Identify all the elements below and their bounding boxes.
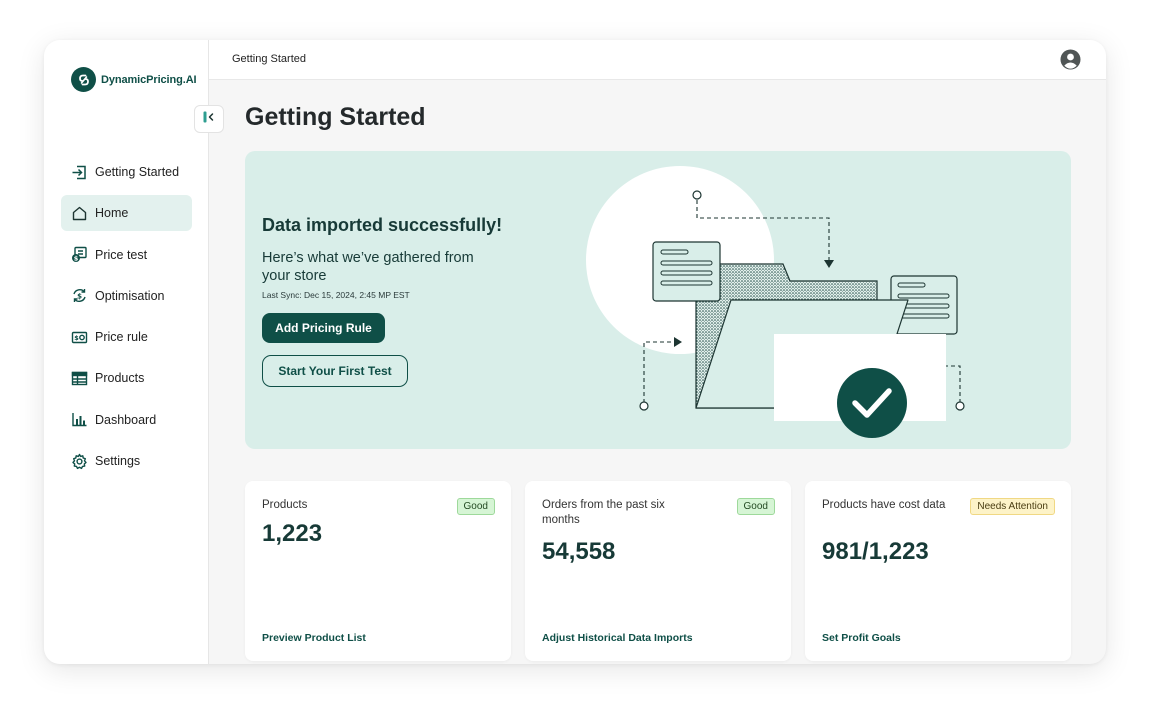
sidebar-item-getting-started[interactable]: Getting Started [61,154,192,190]
sidebar-item-label: Settings [95,454,141,469]
card-value: 1,223 [262,520,323,547]
hero-title: Data imported successfully! [262,215,503,235]
price-rule-icon: $ [70,328,88,346]
sidebar-item-label: Dashboard [95,412,157,427]
top-bar: Getting Started [209,40,1106,80]
orders-card: Orders from the past six months Good 54,… [525,481,791,661]
sidebar-item-dashboard[interactable]: Dashboard [61,402,192,438]
preview-product-list-link[interactable]: Preview Product List [262,632,366,644]
svg-text:$: $ [74,334,79,342]
page-title: Getting Started [245,103,426,131]
svg-text:$: $ [77,293,82,301]
data-import-illustration [586,166,965,438]
collapse-sidebar-button[interactable] [194,105,224,133]
hero-subtitle: Here’s what we’ve gathered from your sto… [262,250,474,284]
sidebar-item-price-rule[interactable]: $ Price rule [61,319,192,355]
status-badge: Needs Attention [970,498,1055,515]
logo-mark-icon [71,67,96,92]
user-avatar-icon[interactable] [1060,49,1081,70]
sidebar-item-optimisation[interactable]: $ Optimisation [61,278,192,314]
status-badge: Good [736,498,775,515]
optimisation-icon: $ [70,287,88,305]
sidebar-item-label: Price test [95,247,148,262]
import-success-banner: Data imported successfully! Here’s what … [245,151,1071,449]
home-icon [70,204,88,222]
set-profit-goals-link[interactable]: Set Profit Goals [822,632,901,644]
table-icon [70,369,88,387]
card-value: 981/1,223 [822,538,929,565]
breadcrumb[interactable]: Getting Started [232,53,306,65]
sidebar-item-label: Optimisation [95,288,165,303]
app-window: DynamicPricing.AI Getting Started Home $… [44,40,1106,664]
sidebar-item-label: Home [95,206,129,221]
sidebar-item-settings[interactable]: Settings [61,443,192,479]
sidebar-item-label: Price rule [95,330,148,345]
products-card: Products Good 1,223 Preview Product List [245,481,511,661]
price-test-icon: $ [70,246,88,264]
collapse-icon [202,110,216,129]
card-label: Orders from the past six months [542,499,665,526]
sidebar-item-price-test[interactable]: $ Price test [61,237,192,273]
card-label: Products have cost data [822,499,946,511]
sidebar-nav: Getting Started Home $ Price test $ Opti… [61,154,192,484]
last-sync-text: Last Sync: Dec 15, 2024, 2:45 MP EST [262,290,410,300]
sidebar-item-home[interactable]: Home [61,195,192,232]
sidebar: DynamicPricing.AI Getting Started Home $… [44,40,209,664]
card-value: 54,558 [542,538,616,565]
cost-data-card: Products have cost data Needs Attention … [805,481,1071,661]
add-pricing-rule-button[interactable]: Add Pricing Rule [262,313,385,343]
sidebar-item-label: Products [95,371,145,386]
gear-icon [70,452,88,470]
chart-icon [70,411,88,429]
app-logo[interactable]: DynamicPricing.AI [71,67,197,92]
status-badge: Good [456,498,495,515]
sidebar-item-label: Getting Started [95,165,180,179]
sign-in-icon [70,163,88,181]
sidebar-item-products[interactable]: Products [61,360,192,396]
card-label: Products [262,499,308,511]
start-first-test-button[interactable]: Start Your First Test [262,355,408,387]
adjust-historical-imports-link[interactable]: Adjust Historical Data Imports [542,632,693,644]
app-name: DynamicPricing.AI [101,73,197,86]
svg-text:$: $ [73,255,78,263]
